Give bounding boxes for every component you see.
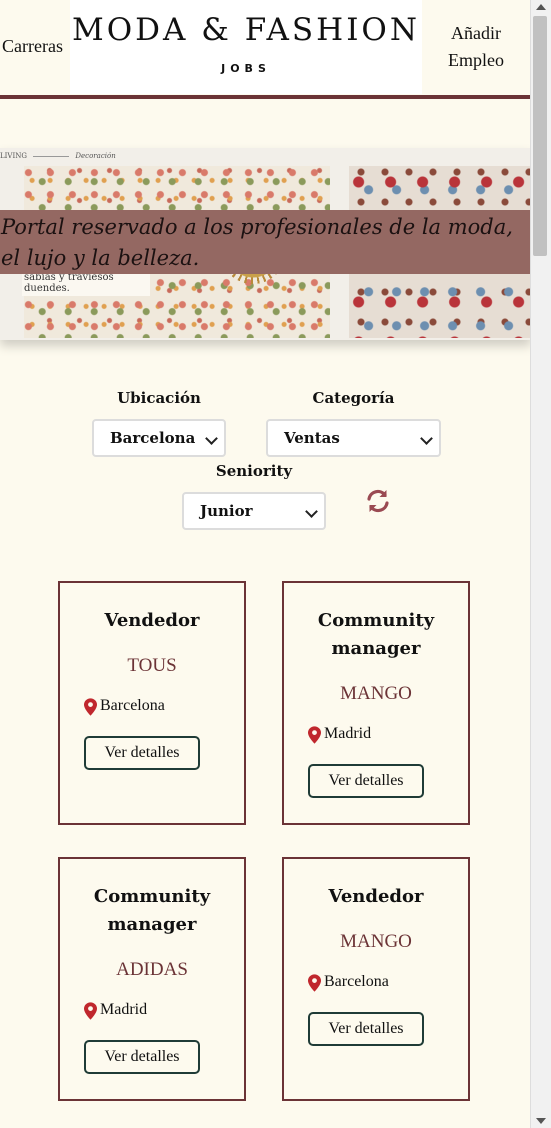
location-pin-icon bbox=[84, 698, 97, 716]
location-pin-icon bbox=[84, 1002, 97, 1020]
hero-caption-right: Decoración bbox=[75, 152, 116, 160]
job-company: ADIDAS bbox=[116, 959, 188, 980]
view-details-button[interactable]: Ver detalles bbox=[84, 1040, 200, 1074]
job-title: Vendedor bbox=[104, 610, 200, 631]
header-divider bbox=[0, 95, 531, 99]
seniority-filter-label: Seniority bbox=[215, 462, 293, 480]
refresh-icon[interactable] bbox=[365, 488, 391, 514]
scroll-up-arrow-icon[interactable] bbox=[536, 4, 546, 10]
job-title: Community manager bbox=[93, 886, 211, 935]
nav-link-carreras[interactable]: Carreras bbox=[2, 36, 63, 57]
hero-caption: LIVING Decoración bbox=[0, 152, 116, 160]
nav-link-add-job[interactable]: Añadir Empleo bbox=[430, 20, 522, 74]
location-select[interactable]: Barcelona bbox=[92, 419, 226, 457]
location-select-value: Barcelona bbox=[110, 429, 196, 447]
location-pin-icon bbox=[308, 726, 321, 744]
job-card: Vendedor TOUS Barcelona Ver detalles bbox=[58, 581, 246, 825]
hero-tagline: Portal reservado a los profesionales de … bbox=[1, 215, 513, 270]
category-filter-label: Categoría bbox=[312, 389, 395, 407]
job-company: TOUS bbox=[127, 655, 177, 676]
location-filter-label: Ubicación bbox=[117, 389, 201, 407]
job-company: MANGO bbox=[340, 931, 412, 952]
hero-banner: LIVING Decoración sabias y traviesos due… bbox=[0, 148, 531, 340]
view-details-button[interactable]: Ver detalles bbox=[84, 736, 200, 770]
site-logo[interactable]: MODA & FASHION JOBS bbox=[70, 0, 422, 94]
job-card: Vendedor MANGO Barcelona Ver detalles bbox=[282, 857, 470, 1101]
job-location-text: Barcelona bbox=[324, 973, 389, 990]
job-title: Community manager bbox=[317, 610, 435, 659]
seniority-select-value: Junior bbox=[200, 502, 253, 520]
hero-caption-left: LIVING bbox=[0, 152, 27, 160]
location-pin-icon bbox=[308, 974, 321, 992]
job-location-text: Barcelona bbox=[100, 697, 165, 714]
job-title: Vendedor bbox=[328, 886, 424, 907]
chevron-down-icon bbox=[205, 432, 218, 445]
chevron-down-icon bbox=[420, 432, 433, 445]
seniority-select[interactable]: Junior bbox=[182, 492, 326, 530]
job-company: MANGO bbox=[340, 683, 412, 704]
view-details-button[interactable]: Ver detalles bbox=[308, 764, 424, 798]
job-location-text: Madrid bbox=[324, 725, 372, 742]
vertical-scrollbar[interactable] bbox=[530, 0, 551, 1128]
view-details-button[interactable]: Ver detalles bbox=[308, 1012, 424, 1046]
logo-title: MODA & FASHION bbox=[72, 12, 420, 48]
scrollbar-thumb[interactable] bbox=[533, 16, 547, 256]
job-location-text: Madrid bbox=[100, 1001, 148, 1018]
category-select-value: Ventas bbox=[284, 429, 340, 447]
site-header: Carreras MODA & FASHION JOBS Añadir Empl… bbox=[0, 0, 531, 96]
category-select[interactable]: Ventas bbox=[266, 419, 441, 457]
chevron-down-icon bbox=[305, 505, 318, 518]
job-card: Community manager MANGO Madrid Ver detal… bbox=[282, 581, 470, 825]
scroll-down-arrow-icon[interactable] bbox=[536, 1118, 546, 1124]
logo-subtitle: JOBS bbox=[221, 62, 271, 75]
job-card: Community manager ADIDAS Madrid Ver deta… bbox=[58, 857, 246, 1101]
